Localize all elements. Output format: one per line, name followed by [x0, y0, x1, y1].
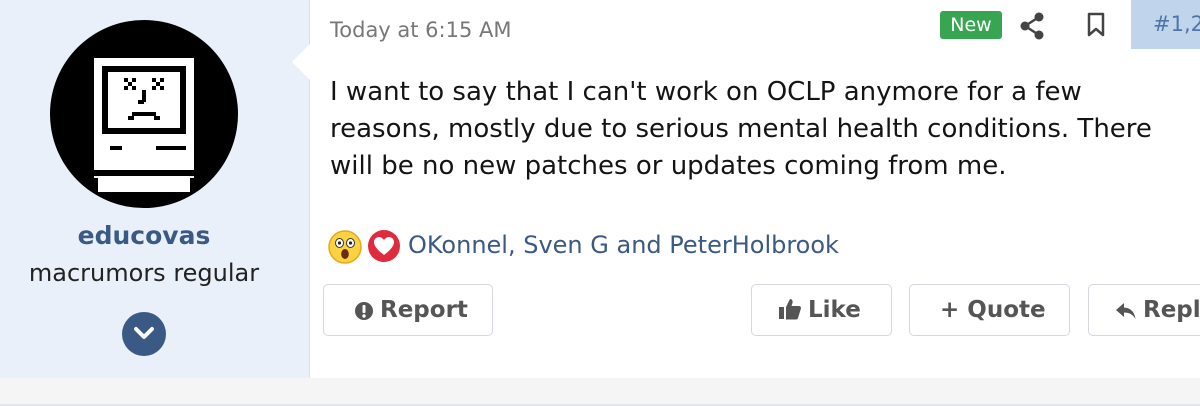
user-panel-arrow: [292, 44, 310, 80]
post-message: I want to say that I can't work on OCLP …: [330, 77, 1152, 181]
alert-circle-icon: [355, 302, 373, 320]
heart-love-icon: [368, 230, 400, 262]
reply-label: Repl: [1143, 297, 1200, 323]
post-number[interactable]: #1,2: [1131, 0, 1200, 49]
avatar[interactable]: [50, 20, 238, 208]
reaction-users-link[interactable]: OKonnel, Sven G and PeterHolbrook: [408, 231, 839, 259]
sad-mac-icon: [94, 58, 194, 192]
forum-post: educovas macrumors regular Today at 6:15…: [0, 0, 1200, 378]
report-button[interactable]: Report: [323, 284, 493, 336]
like-label: Like: [808, 297, 861, 323]
new-badge: New: [940, 11, 1002, 39]
user-panel: educovas macrumors regular: [0, 0, 310, 378]
post-timestamp[interactable]: Today at 6:15 AM: [330, 18, 512, 42]
like-button[interactable]: Like: [751, 284, 892, 336]
reply-arrow-icon: [1116, 303, 1136, 319]
expand-user-button[interactable]: [122, 312, 166, 356]
thumbs-up-icon: [779, 299, 801, 320]
bookmark-icon[interactable]: [1086, 12, 1106, 38]
user-title: macrumors regular: [28, 259, 260, 287]
quote-button[interactable]: + Quote: [909, 284, 1070, 336]
share-icon[interactable]: [1019, 12, 1045, 40]
username[interactable]: educovas: [0, 221, 288, 250]
quote-label: + Quote: [940, 297, 1046, 323]
report-label: Report: [380, 297, 468, 323]
reply-button[interactable]: Repl: [1088, 284, 1200, 336]
chevron-down-icon: [134, 327, 154, 339]
shocked-emoji-icon: [328, 230, 362, 264]
